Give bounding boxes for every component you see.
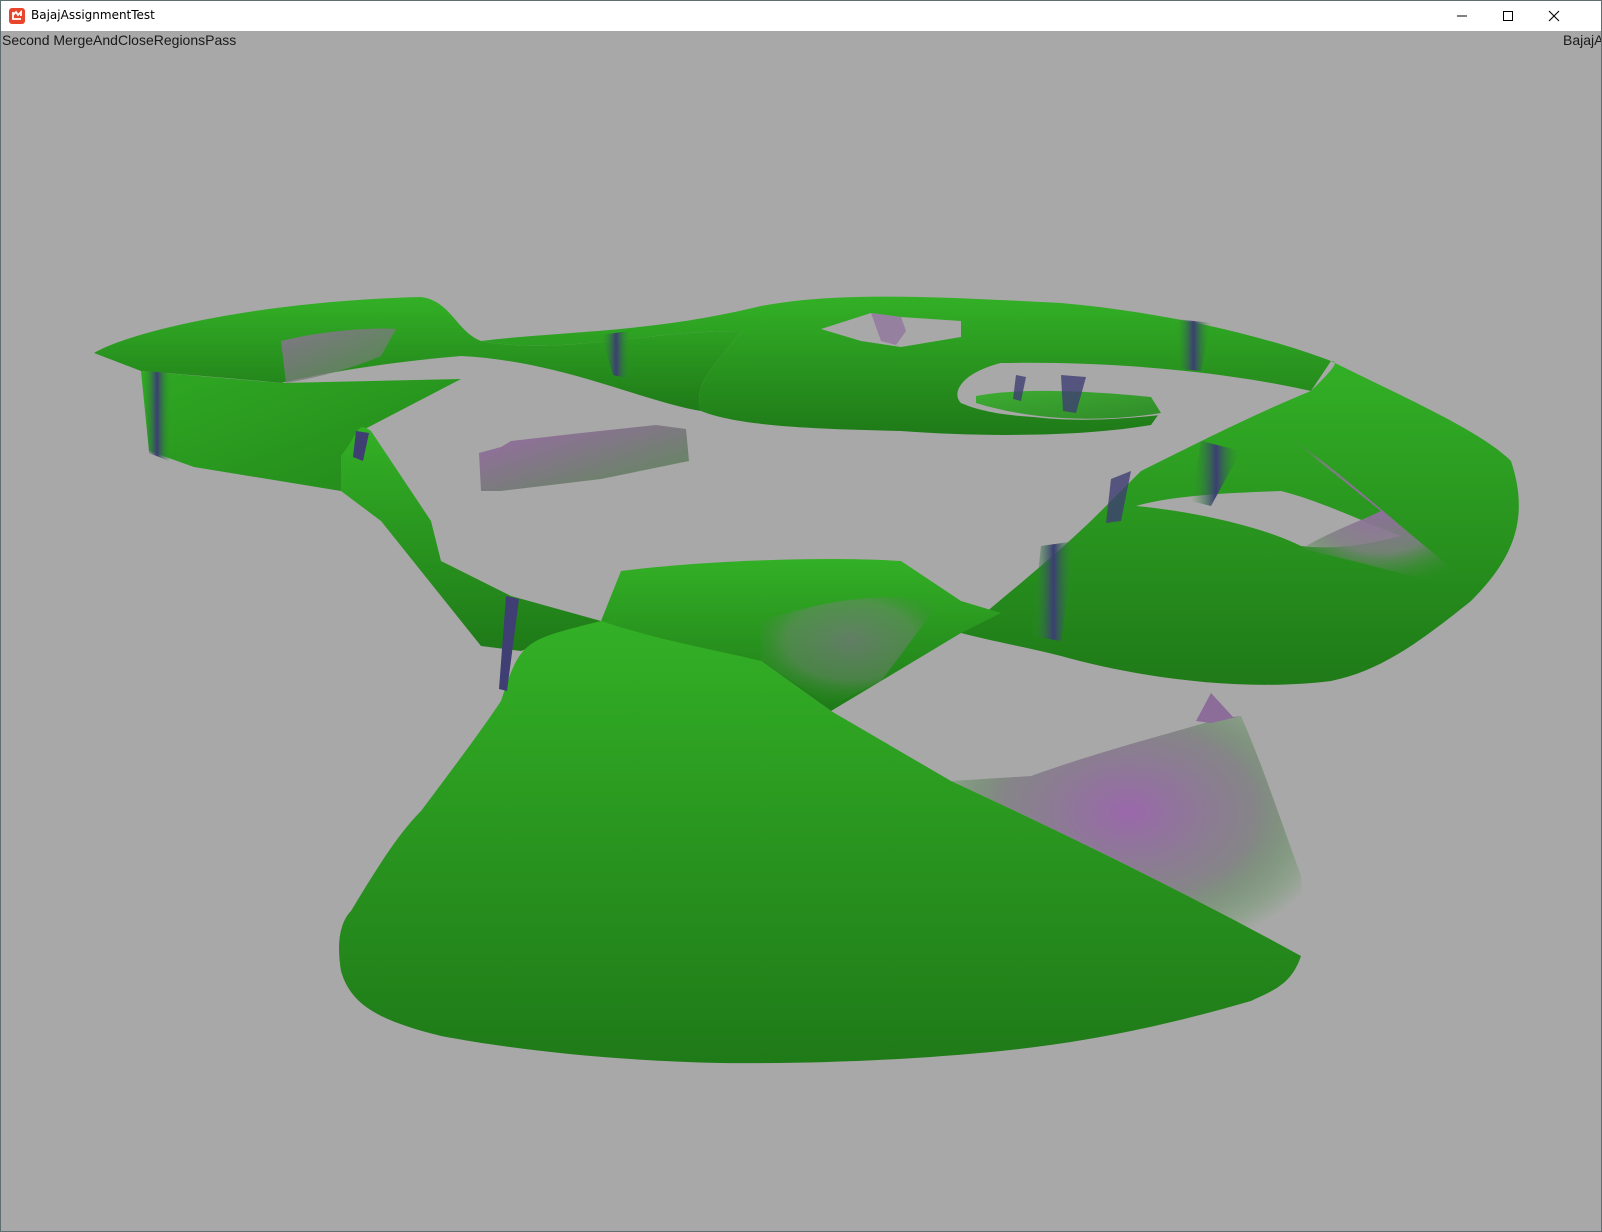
minimize-icon bbox=[1457, 15, 1467, 17]
mesh-floating-slab bbox=[479, 425, 689, 491]
monogame-logo-icon bbox=[9, 8, 25, 24]
mesh-scene bbox=[94, 296, 1519, 1064]
debug-pass-label: Second MergeAndCloseRegionsPass bbox=[2, 32, 237, 48]
minimize-button[interactable] bbox=[1439, 1, 1485, 31]
close-button[interactable] bbox=[1531, 1, 1577, 31]
title-bar[interactable]: BajajAssignmentTest bbox=[1, 1, 1601, 31]
app-window: BajajAssignmentTest Second MergeAndClose… bbox=[0, 0, 1602, 1232]
window-title: BajajAssignmentTest bbox=[31, 8, 155, 22]
debug-app-label: BajajA bbox=[1563, 32, 1601, 48]
mesh-seam bbox=[143, 371, 171, 461]
render-viewport[interactable]: Second MergeAndCloseRegionsPass BajajA bbox=[1, 31, 1601, 1231]
close-icon bbox=[1548, 10, 1560, 22]
maximize-button[interactable] bbox=[1485, 1, 1531, 31]
maximize-icon bbox=[1503, 11, 1513, 21]
